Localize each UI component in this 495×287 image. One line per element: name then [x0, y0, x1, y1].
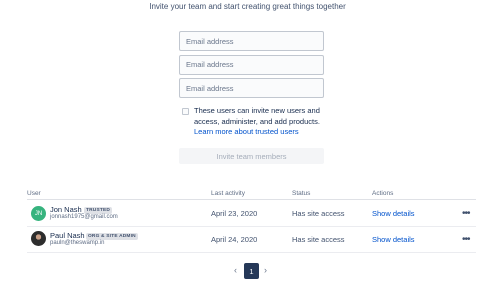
pagination: ‹ 1 ›: [0, 263, 495, 279]
status: Has site access: [292, 235, 345, 244]
user-email: jonnash1975@gmail.com: [50, 214, 118, 220]
email-field-3[interactable]: [179, 78, 324, 98]
invite-tagline: Invite your team and start creating grea…: [149, 2, 346, 11]
column-header-last-activity: Last activity: [211, 190, 245, 197]
trusted-users-label: These users can invite new users and acc…: [194, 106, 320, 126]
user-email: pauln@theswamp.in: [50, 240, 105, 246]
last-activity: April 23, 2020: [211, 209, 258, 218]
trusted-badge: TRUSTED: [84, 206, 113, 214]
column-header-status: Status: [292, 190, 311, 197]
more-actions-icon[interactable]: •••: [462, 235, 470, 245]
user-name: Jon Nash: [50, 205, 82, 214]
show-details-link[interactable]: Show details: [372, 235, 415, 244]
learn-more-trusted-users-link[interactable]: Learn more about trusted users: [194, 127, 326, 138]
show-details-link[interactable]: Show details: [372, 209, 415, 218]
row-divider: [27, 252, 476, 253]
column-header-actions: Actions: [372, 190, 394, 197]
avatar: JN: [31, 206, 46, 221]
invite-team-members-button[interactable]: Invite team members: [179, 148, 324, 164]
trusted-users-option: These users can invite new users and acc…: [182, 106, 327, 138]
chevron-right-icon[interactable]: ›: [264, 265, 267, 275]
email-field-2[interactable]: [179, 54, 324, 75]
trusted-users-checkbox[interactable]: [182, 108, 189, 115]
table-row: JN Jon Nash TRUSTED jonnash1975@gmail.co…: [0, 200, 495, 226]
email-field-1[interactable]: [179, 31, 324, 51]
page-button-1[interactable]: 1: [244, 263, 259, 279]
status: Has site access: [292, 209, 345, 218]
user-name: Paul Nash: [50, 231, 85, 240]
avatar: [31, 231, 46, 246]
last-activity: April 24, 2020: [211, 235, 258, 244]
table-row: Paul Nash ORG & SITE ADMIN pauln@theswam…: [0, 226, 495, 252]
chevron-left-icon[interactable]: ‹: [234, 265, 237, 275]
more-actions-icon[interactable]: •••: [462, 209, 470, 219]
column-header-user: User: [27, 190, 41, 197]
invite-form: [179, 31, 324, 102]
org-site-admin-badge: ORG & SITE ADMIN: [86, 232, 138, 240]
